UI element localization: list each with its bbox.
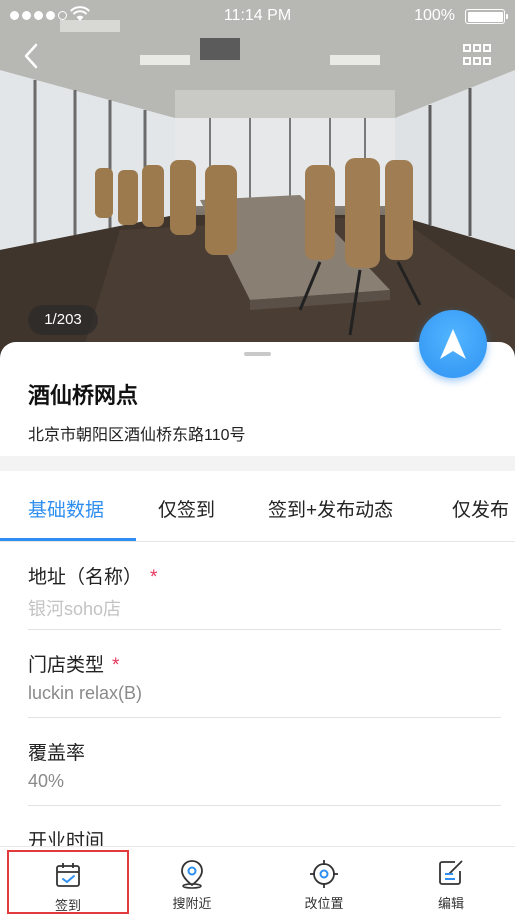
store-photo[interactable]: 11:14 PM 100% 1/203 [0,0,515,360]
field-value: 银河soho店 [28,599,122,619]
location-pin-icon [181,860,203,889]
tab-checkin-only[interactable]: 仅签到 [158,495,215,522]
field-label: 覆盖率 [28,743,86,764]
field-value: luckin relax(B) [28,683,143,703]
toolbar-label: 搜附近 [172,896,212,911]
grid-menu-icon[interactable] [463,44,491,66]
field-coverage[interactable]: 覆盖率 40% [28,718,501,806]
checkin-button[interactable]: 签到 [7,850,129,914]
store-address: 北京市朝阳区酒仙桥东路110号 [28,427,246,444]
status-bar: 11:14 PM 100% [0,0,515,32]
tab-checkin-post[interactable]: 签到+发布动态 [268,495,393,522]
navigate-button[interactable] [419,310,487,378]
section-divider [0,456,515,471]
toolbar-label: 改位置 [304,896,344,911]
battery-icon [465,9,508,24]
photo-counter: 1/203 [28,305,98,335]
back-arrow-icon[interactable] [16,40,48,72]
tab-basic-data[interactable]: 基础数据 [28,495,104,522]
battery-percentage: 100% [414,7,455,24]
navigation-arrow-icon [440,329,466,359]
search-nearby-button[interactable]: 搜附近 [128,847,256,916]
toolbar-label: 编辑 [437,896,464,911]
tab-post-only[interactable]: 仅发布 [452,495,509,522]
field-address-name[interactable]: 地址（名称） * 银河soho店 [28,542,501,630]
crosshair-icon [310,860,338,888]
detail-sheet: 酒仙桥网点 北京市朝阳区酒仙桥东路110号 基础数据 仅签到 签到+发布动态 仅… [0,310,515,916]
change-location-button[interactable]: 改位置 [260,847,388,916]
field-label: 门店类型 * [28,655,120,676]
tab-bar: 基础数据 仅签到 签到+发布动态 仅发布 [0,471,515,542]
required-marker: * [112,655,120,676]
edit-button[interactable]: 编辑 [387,847,515,916]
toolbar-label: 签到 [54,898,81,913]
edit-icon [439,860,463,885]
active-tab-indicator [0,538,136,541]
field-label: 地址（名称） * [28,567,158,588]
drag-handle[interactable] [244,352,271,356]
store-name: 酒仙桥网点 [28,383,139,408]
bottom-toolbar: 签到 搜附近 改位置 编辑 [0,846,515,916]
field-store-type[interactable]: 门店类型 * luckin relax(B) [28,630,501,718]
required-marker: * [150,567,158,588]
calendar-check-icon [56,863,80,887]
field-value: 40% [28,771,65,791]
